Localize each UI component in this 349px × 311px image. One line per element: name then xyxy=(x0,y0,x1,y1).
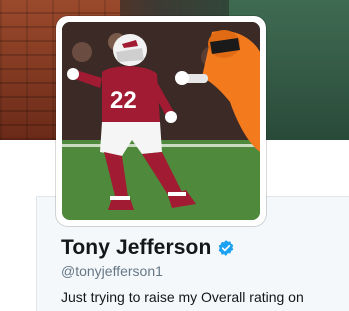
profile-display-name[interactable]: Tony Jefferson xyxy=(61,236,211,260)
profile-avatar[interactable]: 22 xyxy=(56,16,266,226)
avatar-football-scene: 22 xyxy=(62,22,260,220)
verified-badge-icon[interactable] xyxy=(217,239,235,257)
avatar-photo: 22 xyxy=(62,22,260,220)
profile-handle[interactable]: @tonyjefferson1 xyxy=(61,263,163,279)
profile-name-row: Tony Jefferson xyxy=(61,236,235,260)
profile-bio: Just trying to raise my Overall rating o… xyxy=(61,289,304,305)
avatar-jersey-number: 22 xyxy=(110,87,137,114)
